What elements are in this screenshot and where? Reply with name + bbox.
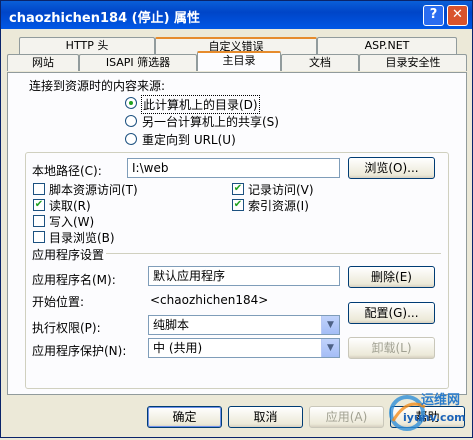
- exec-permissions-select[interactable]: 纯脚本 ▼: [148, 315, 340, 335]
- apply-button[interactable]: 应用(A): [309, 406, 384, 428]
- close-title-button[interactable]: ✕: [447, 5, 468, 26]
- checkbox-write[interactable]: [33, 215, 45, 227]
- app-settings-divider: [106, 253, 441, 254]
- radio-local-directory-label: 此计算机上的目录(D): [141, 95, 260, 114]
- app-name-label: 应用程序名(M):: [32, 273, 116, 287]
- checkbox-index-resource-label: 索引资源(I): [248, 199, 309, 213]
- app-settings-heading: 应用程序设置: [32, 248, 105, 262]
- cancel-button[interactable]: 取消: [228, 406, 303, 428]
- checkbox-index-resource[interactable]: ✔: [232, 199, 244, 211]
- local-path-label: 本地路径(C):: [32, 164, 102, 178]
- tab-http-headers[interactable]: HTTP 头: [19, 37, 155, 54]
- app-protection-select[interactable]: 中 (共用) ▼: [148, 338, 340, 358]
- remove-button[interactable]: 删除(E): [348, 266, 435, 288]
- title-bar: chaozhichen184 (停止) 属性 ? ✕: [1, 1, 472, 29]
- tab-aspnet[interactable]: ASP.NET: [317, 37, 457, 54]
- watermark-logo: 运维网 iyunv.com: [385, 387, 469, 437]
- checkbox-script-source-label: 脚本资源访问(T): [49, 183, 138, 197]
- home-directory-panel: 连接到资源时的内容来源: 此计算机上的目录(D) 另一台计算机上的共享(S) 重…: [7, 72, 467, 395]
- checkbox-log-visits-label: 记录访问(V): [248, 183, 314, 197]
- tab-home-directory[interactable]: 主目录: [197, 51, 281, 71]
- tab-documents[interactable]: 文档: [281, 54, 359, 71]
- start-location-value: <chaozhichen184>: [150, 293, 269, 307]
- configure-button[interactable]: 配置(G)...: [348, 302, 435, 324]
- help-title-button[interactable]: ?: [423, 5, 444, 26]
- checkbox-script-source[interactable]: [33, 183, 45, 195]
- watermark-line2: iyunv.com: [403, 411, 466, 424]
- watermark-line1: 运维网: [421, 393, 461, 408]
- checkbox-read-label: 读取(R): [49, 199, 91, 213]
- chevron-down-icon[interactable]: ▼: [321, 316, 339, 334]
- app-name-input[interactable]: 默认应用程序: [148, 266, 340, 286]
- radio-redirect-url-label: 重定向到 URL(U): [142, 133, 236, 147]
- tab-isapi-filters[interactable]: ISAPI 筛选器: [79, 54, 197, 71]
- window-title: chaozhichen184 (停止) 属性: [9, 11, 201, 26]
- checkbox-directory-browsing[interactable]: [33, 231, 45, 243]
- app-protection-value: 中 (共用): [153, 341, 203, 355]
- radio-local-directory[interactable]: [125, 97, 137, 109]
- radio-redirect-url[interactable]: [125, 133, 137, 145]
- app-protection-label: 应用程序保护(N):: [32, 344, 127, 358]
- exec-permissions-value: 纯脚本: [153, 318, 190, 332]
- properties-dialog: chaozhichen184 (停止) 属性 ? ✕ HTTP 头 自定义错误 …: [0, 0, 473, 438]
- tab-website[interactable]: 网站: [7, 54, 79, 71]
- checkbox-log-visits[interactable]: ✔: [232, 183, 244, 195]
- radio-network-share-label: 另一台计算机上的共享(S): [142, 115, 279, 129]
- checkbox-write-label: 写入(W): [49, 215, 95, 229]
- browse-button[interactable]: 浏览(O)...: [348, 157, 435, 179]
- local-path-input[interactable]: I:\web: [127, 158, 340, 178]
- checkbox-read[interactable]: ✔: [33, 199, 45, 211]
- tab-directory-security[interactable]: 目录安全性: [359, 54, 467, 71]
- exec-permissions-label: 执行权限(P):: [32, 321, 101, 335]
- chevron-down-icon[interactable]: ▼: [321, 339, 339, 357]
- unload-button[interactable]: 卸载(L): [348, 337, 435, 359]
- ok-button[interactable]: 确定: [147, 406, 222, 428]
- content-source-heading: 连接到资源时的内容来源:: [29, 79, 166, 93]
- start-location-label: 开始位置:: [32, 295, 85, 309]
- checkbox-directory-browsing-label: 目录浏览(B): [49, 231, 115, 245]
- radio-network-share[interactable]: [125, 115, 137, 127]
